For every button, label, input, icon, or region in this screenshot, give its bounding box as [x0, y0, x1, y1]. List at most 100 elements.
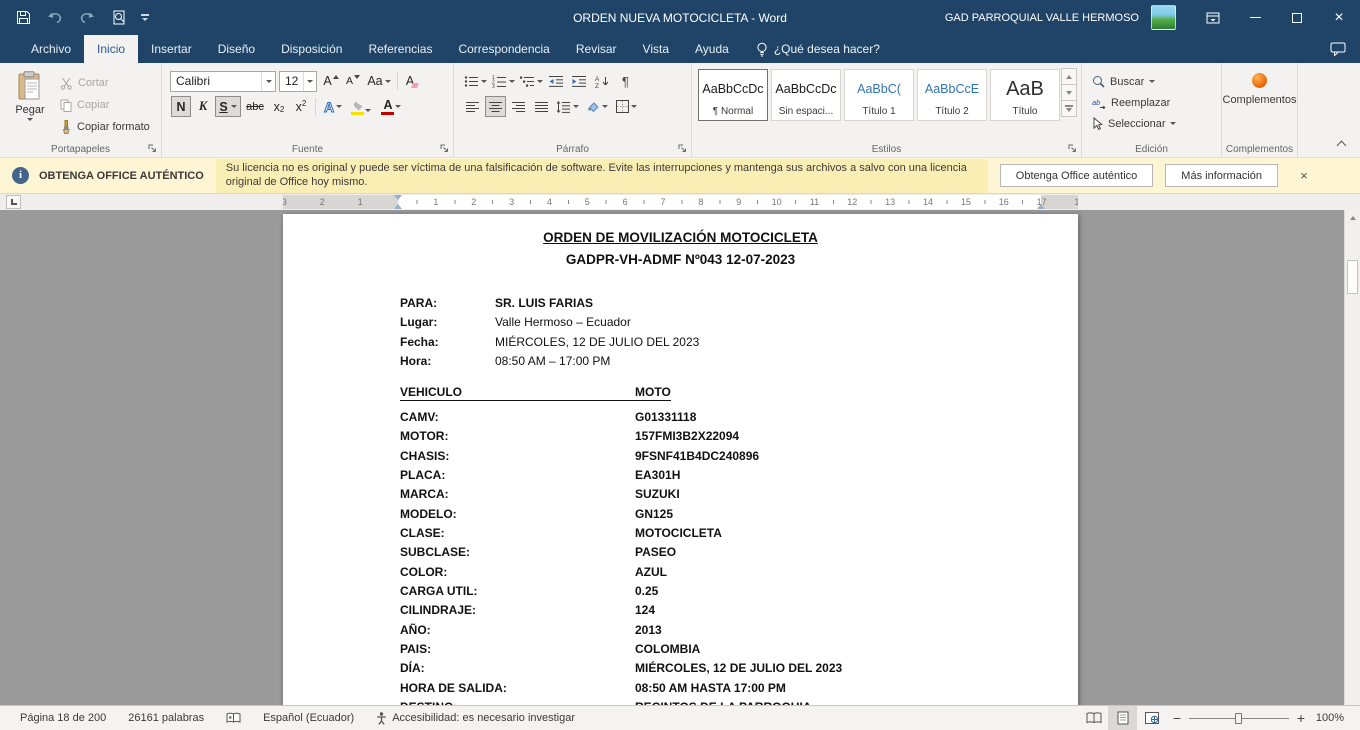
font-name-combo[interactable]: Calibri	[170, 71, 276, 92]
feedback-button[interactable]	[1330, 35, 1346, 63]
align-left-button[interactable]	[462, 96, 483, 117]
decrease-indent-button[interactable]	[546, 71, 567, 92]
styles-scroll-up-button[interactable]	[1061, 68, 1077, 85]
print-layout-button[interactable]	[1108, 706, 1137, 730]
ruler-scale[interactable]: 32112345678910111213141516171	[283, 195, 1078, 209]
print-preview-button[interactable]	[104, 3, 134, 32]
collapse-ribbon-button[interactable]	[1332, 138, 1350, 152]
style--normal[interactable]: AaBbCcDc¶ Normal	[698, 69, 768, 121]
styles-more-button[interactable]	[1061, 100, 1077, 117]
multilevel-list-button[interactable]	[518, 71, 544, 92]
word-count-status[interactable]: 26161 palabras	[128, 712, 204, 724]
accessibility-status[interactable]: Accesibilidad: es necesario investigar	[376, 712, 575, 725]
font-size-dropdown[interactable]	[303, 72, 316, 91]
tab-diseno[interactable]: Diseño	[205, 35, 268, 63]
proofing-status[interactable]	[226, 712, 241, 724]
style-titulo-1[interactable]: AaBbC(Título 1	[844, 69, 914, 121]
tab-inicio[interactable]: Inicio	[84, 35, 138, 63]
undo-button[interactable]	[40, 3, 70, 32]
document-page[interactable]: ORDEN DE MOVILIZACIÓN MOTOCICLETA GADPR-…	[283, 214, 1078, 705]
justify-button[interactable]	[531, 96, 552, 117]
first-line-indent-marker[interactable]	[394, 195, 402, 200]
tab-revisar[interactable]: Revisar	[563, 35, 630, 63]
numbering-button[interactable]: 123	[490, 71, 516, 92]
shading-button[interactable]	[583, 96, 610, 117]
highlight-button[interactable]	[348, 96, 376, 117]
style-sin-espaci-[interactable]: AaBbCcDcSin espaci...	[771, 69, 841, 121]
line-spacing-button[interactable]	[554, 96, 581, 117]
copy-button[interactable]: Copiar	[54, 94, 156, 116]
bold-button[interactable]: N	[171, 96, 191, 117]
zoom-out-button[interactable]: −	[1166, 710, 1188, 726]
hanging-indent-marker[interactable]	[394, 204, 402, 209]
find-button[interactable]: Buscar	[1092, 71, 1221, 92]
underline-button[interactable]: S	[215, 96, 241, 117]
tab-archivo[interactable]: Archivo	[18, 35, 84, 63]
change-case-button[interactable]: Aa	[365, 71, 393, 92]
vertical-scrollbar[interactable]	[1344, 210, 1360, 705]
select-button[interactable]: Seleccionar	[1092, 113, 1221, 134]
zoom-slider-thumb[interactable]	[1235, 713, 1242, 724]
language-status[interactable]: Español (Ecuador)	[263, 712, 354, 724]
style-titulo-2[interactable]: AaBbCcETítulo 2	[917, 69, 987, 121]
subscript-button[interactable]: x2	[269, 96, 289, 117]
web-layout-button[interactable]	[1137, 706, 1166, 730]
styles-dialog-launcher[interactable]	[1065, 142, 1079, 155]
clipboard-dialog-launcher[interactable]	[145, 142, 159, 155]
font-color-button[interactable]: A	[378, 96, 406, 117]
addins-button[interactable]: Complementos	[1223, 73, 1297, 106]
text-effects-button[interactable]: A	[320, 96, 346, 117]
redo-button[interactable]	[72, 3, 102, 32]
close-button[interactable]: ×	[1318, 0, 1360, 35]
tab-referencias[interactable]: Referencias	[355, 35, 445, 63]
zoom-in-button[interactable]: +	[1290, 710, 1312, 726]
tab-correspondencia[interactable]: Correspondencia	[445, 35, 562, 63]
shrink-font-button[interactable]: A	[343, 71, 363, 92]
font-name-dropdown[interactable]	[261, 72, 275, 91]
page-number-status[interactable]: Página 18 de 200	[20, 712, 106, 724]
tell-me-box[interactable]: ¿Qué desea hacer?	[756, 35, 880, 63]
tab-stop-selector[interactable]	[6, 195, 21, 209]
tab-insertar[interactable]: Insertar	[138, 35, 205, 63]
scroll-up-button[interactable]	[1345, 210, 1360, 226]
style-titulo[interactable]: AaBTítulo	[990, 69, 1060, 121]
minimize-button[interactable]	[1234, 0, 1276, 35]
styles-scroll-down-button[interactable]	[1061, 84, 1077, 101]
align-right-button[interactable]	[508, 96, 529, 117]
customize-quick-access-button[interactable]	[136, 3, 154, 32]
font-dialog-launcher[interactable]	[437, 142, 451, 155]
scrollbar-thumb[interactable]	[1347, 260, 1358, 294]
web-layout-icon	[1145, 712, 1159, 724]
tab-ayuda[interactable]: Ayuda	[682, 35, 742, 63]
zoom-slider[interactable]	[1189, 706, 1289, 730]
bullets-button[interactable]	[462, 71, 488, 92]
tab-vista[interactable]: Vista	[630, 35, 682, 63]
strikethrough-button[interactable]: abc	[243, 96, 267, 117]
replace-button[interactable]: ab Reemplazar	[1092, 92, 1221, 113]
notification-close-button[interactable]: ×	[1291, 168, 1317, 183]
paragraph-dialog-launcher[interactable]	[675, 142, 689, 155]
sort-button[interactable]: AZ	[592, 71, 613, 92]
chevron-down-icon	[27, 118, 33, 121]
ribbon-display-options-button[interactable]	[1192, 0, 1234, 35]
clear-formatting-button[interactable]: A	[402, 71, 422, 92]
more-info-button[interactable]: Más información	[1165, 164, 1278, 187]
save-button[interactable]	[8, 3, 38, 32]
show-marks-button[interactable]: ¶	[615, 71, 636, 92]
superscript-button[interactable]: x2	[291, 96, 311, 117]
get-genuine-office-button[interactable]: Obtenga Office auténtico	[1000, 164, 1154, 187]
cut-button[interactable]: Cortar	[54, 72, 156, 94]
read-mode-button[interactable]	[1079, 706, 1108, 730]
zoom-level[interactable]: 100%	[1312, 712, 1360, 724]
italic-button[interactable]: K	[193, 96, 213, 117]
increase-indent-button[interactable]	[569, 71, 590, 92]
font-size-combo[interactable]: 12	[279, 71, 317, 92]
format-painter-button[interactable]: Copiar formato	[54, 116, 156, 138]
avatar[interactable]	[1151, 5, 1176, 30]
grow-font-button[interactable]: A	[321, 71, 341, 92]
tab-disposicion[interactable]: Disposición	[268, 35, 355, 63]
borders-button[interactable]	[612, 96, 640, 117]
maximize-button[interactable]	[1276, 0, 1318, 35]
align-center-button[interactable]	[485, 96, 506, 117]
account-name[interactable]: GAD PARROQUIAL VALLE HERMOSO	[945, 12, 1139, 24]
